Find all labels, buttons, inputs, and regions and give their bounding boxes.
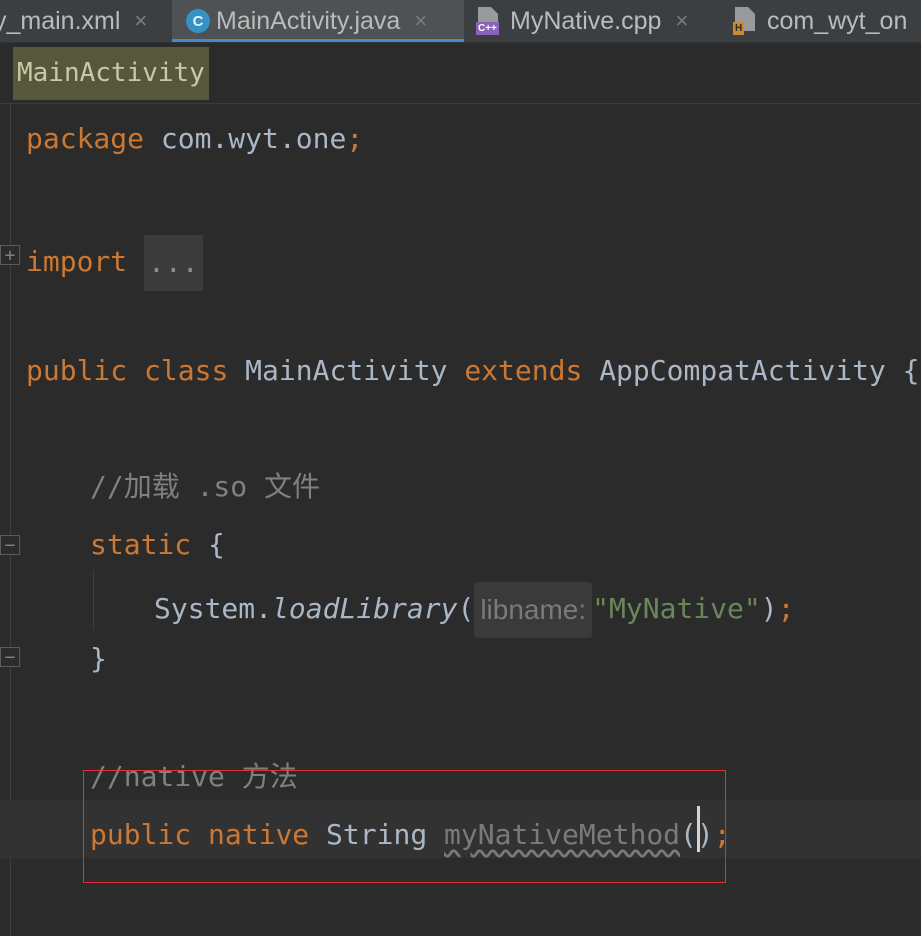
- parameter-hint: libname:: [474, 582, 593, 638]
- method-loadlibrary: loadLibrary: [272, 592, 458, 625]
- code-line-static-block[interactable]: static {: [90, 525, 225, 565]
- breadcrumb-bar: MainActivity: [0, 43, 921, 104]
- class-icon: C: [186, 9, 210, 33]
- code-line-load-library[interactable]: System.loadLibrary(libname: "MyNative");: [154, 582, 794, 638]
- close-icon[interactable]: ×: [675, 8, 688, 34]
- highlight-annotation-box: [83, 770, 726, 883]
- fold-expand-icon[interactable]: +: [0, 245, 20, 266]
- tab-mynative-cpp[interactable]: C++ MyNative.cpp ×: [476, 0, 688, 42]
- code-line-class-declaration[interactable]: public class MainActivity extends AppCom…: [26, 351, 920, 391]
- close-icon[interactable]: ×: [414, 8, 427, 34]
- header-file-icon: H: [733, 7, 759, 35]
- fold-collapse-icon[interactable]: −: [0, 535, 20, 556]
- tab-label: MyNative.cpp: [510, 6, 662, 35]
- tab-com-wyt-one-h[interactable]: H com_wyt_on: [733, 0, 907, 42]
- tab-label: y_main.xml: [0, 6, 121, 35]
- code-line-package[interactable]: package com.wyt.one;: [26, 119, 363, 159]
- fold-end-icon[interactable]: −: [0, 647, 20, 668]
- tab-label: MainActivity.java: [216, 6, 401, 35]
- code-line-comment-load[interactable]: //加载 .so 文件: [90, 467, 320, 507]
- code-line-close-brace[interactable]: }: [90, 639, 107, 679]
- editor-tab-bar: y_main.xml × C MainActivity.java × C++ M…: [0, 0, 921, 43]
- cpp-file-icon: C++: [476, 7, 502, 35]
- tab-label: com_wyt_on: [767, 6, 908, 35]
- tab-mainactivity-java[interactable]: C MainActivity.java ×: [172, 0, 464, 42]
- folded-imports[interactable]: ...: [144, 235, 203, 291]
- breadcrumb-mainactivity[interactable]: MainActivity: [13, 47, 209, 100]
- tab-activity-main-xml[interactable]: y_main.xml ×: [0, 0, 147, 42]
- code-line-import[interactable]: import ...: [26, 235, 203, 291]
- close-icon[interactable]: ×: [134, 8, 147, 34]
- indent-guide: [93, 570, 94, 630]
